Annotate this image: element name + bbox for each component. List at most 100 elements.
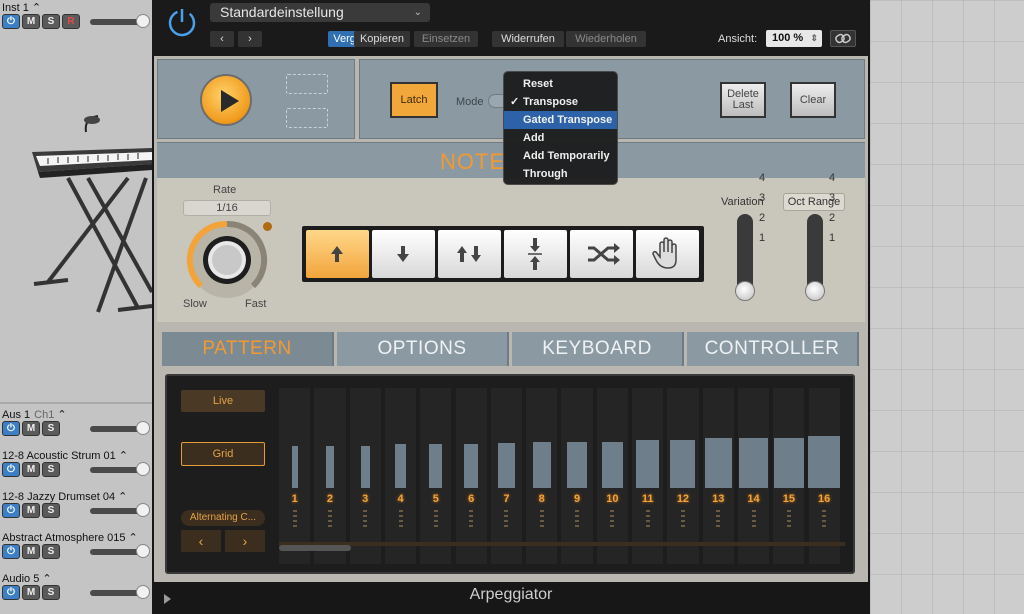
step-velocity-bar[interactable] bbox=[567, 441, 587, 488]
step-note-dots[interactable] bbox=[433, 510, 438, 530]
track-row[interactable]: Audio 5 ⌃ ⏻ M S bbox=[0, 571, 152, 611]
mode-menu-item[interactable]: Through bbox=[504, 165, 617, 183]
solo-button[interactable]: S bbox=[42, 503, 60, 518]
pattern-prev-button[interactable]: ‹ bbox=[181, 530, 221, 552]
order-manual-button[interactable] bbox=[636, 230, 699, 278]
order-random-button[interactable] bbox=[570, 230, 633, 278]
step-note-dots[interactable] bbox=[822, 510, 827, 530]
copy-button[interactable]: Kopieren bbox=[354, 31, 410, 47]
previous-preset-button[interactable]: ‹ bbox=[210, 31, 234, 47]
tab-options[interactable]: OPTIONS bbox=[337, 332, 509, 366]
order-up-button[interactable] bbox=[306, 230, 369, 278]
power-icon[interactable] bbox=[166, 6, 198, 38]
step-velocity-bar[interactable] bbox=[498, 443, 515, 488]
step-velocity-bar[interactable] bbox=[360, 446, 370, 488]
step-note-dots[interactable] bbox=[610, 510, 615, 530]
track-power-icon[interactable]: ⏻ bbox=[2, 544, 20, 559]
track-row[interactable]: 12-8 Jazzy Drumset 04 ⌃ ⏻ M S bbox=[0, 489, 152, 529]
track-power-icon[interactable]: ⏻ bbox=[2, 585, 20, 600]
volume-slider-thumb[interactable] bbox=[136, 585, 150, 599]
mute-button[interactable]: M bbox=[22, 462, 40, 477]
volume-slider-thumb[interactable] bbox=[136, 544, 150, 558]
step-column[interactable]: 5 bbox=[420, 388, 452, 564]
step-grid[interactable]: 1 2 3 4 5 6 7 8 9 10 11 12 13 14 15 16 bbox=[279, 388, 845, 564]
play-button[interactable] bbox=[200, 74, 252, 126]
order-down-button[interactable] bbox=[372, 230, 435, 278]
latch-button[interactable]: Latch bbox=[390, 82, 438, 118]
step-velocity-bar[interactable] bbox=[291, 446, 298, 488]
sequence-out-icon[interactable] bbox=[286, 108, 328, 128]
arrange-area[interactable] bbox=[870, 0, 1024, 614]
tab-controller[interactable]: CONTROLLER bbox=[687, 332, 859, 366]
step-velocity-bar[interactable] bbox=[808, 436, 841, 488]
next-preset-button[interactable]: › bbox=[238, 31, 262, 47]
step-velocity-bar[interactable] bbox=[635, 440, 660, 488]
order-up-down-button[interactable] bbox=[438, 230, 501, 278]
step-note-dots[interactable] bbox=[645, 510, 650, 530]
octave-range-slider[interactable] bbox=[805, 214, 825, 301]
step-column[interactable]: 8 bbox=[526, 388, 558, 564]
track-row[interactable]: Aus 1 Ch1 ⌃ ⏻ M S bbox=[0, 407, 152, 447]
step-note-dots[interactable] bbox=[716, 510, 721, 530]
mute-button[interactable]: M bbox=[22, 585, 40, 600]
volume-slider-thumb[interactable] bbox=[136, 421, 150, 435]
step-column[interactable]: 7 bbox=[490, 388, 523, 564]
preset-select[interactable]: Standardeinstellung ⌄ bbox=[210, 3, 430, 22]
tab-pattern[interactable]: PATTERN bbox=[162, 332, 334, 366]
record-button[interactable]: R bbox=[62, 14, 80, 29]
mode-menu-item[interactable]: Add bbox=[504, 129, 617, 147]
mute-button[interactable]: M bbox=[22, 421, 40, 436]
step-note-dots[interactable] bbox=[539, 510, 544, 530]
rate-value[interactable]: 1/16 bbox=[183, 200, 271, 216]
mute-button[interactable]: M bbox=[22, 14, 40, 29]
order-outside-in-button[interactable] bbox=[504, 230, 567, 278]
track-power-icon[interactable]: ⏻ bbox=[2, 462, 20, 477]
grid-button[interactable]: Grid bbox=[181, 442, 265, 466]
pattern-next-button[interactable]: › bbox=[225, 530, 265, 552]
step-note-dots[interactable] bbox=[680, 510, 685, 530]
volume-slider[interactable] bbox=[90, 462, 150, 476]
step-column[interactable]: 16 bbox=[808, 388, 841, 564]
zoom-select[interactable]: 100 % ⇕ bbox=[766, 30, 822, 47]
step-note-dots[interactable] bbox=[504, 510, 509, 530]
mode-menu-item[interactable]: Reset bbox=[504, 75, 617, 93]
step-note-dots[interactable] bbox=[469, 510, 474, 530]
volume-slider-thumb[interactable] bbox=[136, 462, 150, 476]
step-column[interactable]: 11 bbox=[632, 388, 664, 564]
live-button[interactable]: Live bbox=[181, 390, 265, 412]
step-velocity-bar[interactable] bbox=[739, 437, 768, 488]
mute-button[interactable]: M bbox=[22, 544, 40, 559]
volume-slider-thumb[interactable] bbox=[136, 503, 150, 517]
solo-button[interactable]: S bbox=[42, 14, 60, 29]
step-note-dots[interactable] bbox=[363, 510, 368, 530]
step-note-dots[interactable] bbox=[292, 510, 297, 530]
step-column[interactable]: 10 bbox=[596, 388, 628, 564]
step-column[interactable]: 12 bbox=[667, 388, 699, 564]
step-velocity-bar[interactable] bbox=[326, 446, 334, 488]
track-row[interactable]: Inst 1 ⌃ ⏻ M S R bbox=[0, 0, 152, 40]
pattern-preset-select[interactable]: Alternating C... bbox=[181, 510, 265, 526]
undo-button[interactable]: Widerrufen bbox=[492, 31, 564, 47]
step-velocity-bar[interactable] bbox=[704, 438, 732, 488]
step-column[interactable]: 13 bbox=[702, 388, 734, 564]
track-power-icon[interactable]: ⏻ bbox=[2, 421, 20, 436]
solo-button[interactable]: S bbox=[42, 462, 60, 477]
step-note-dots[interactable] bbox=[327, 510, 332, 530]
track-power-icon[interactable]: ⏻ bbox=[2, 503, 20, 518]
clear-button[interactable]: Clear bbox=[790, 82, 836, 118]
step-column[interactable]: 9 bbox=[561, 388, 593, 564]
mute-button[interactable]: M bbox=[22, 503, 40, 518]
delete-last-button[interactable]: Delete Last bbox=[720, 82, 766, 118]
step-column[interactable]: 1 bbox=[279, 388, 311, 564]
link-button[interactable] bbox=[830, 30, 856, 47]
step-velocity-bar[interactable] bbox=[429, 444, 443, 488]
volume-slider[interactable] bbox=[90, 585, 150, 599]
sequence-in-icon[interactable] bbox=[286, 74, 328, 94]
track-power-icon[interactable]: ⏻ bbox=[2, 14, 20, 29]
variation-slider-thumb[interactable] bbox=[735, 281, 755, 301]
redo-button[interactable]: Wiederholen bbox=[566, 31, 646, 47]
sync-indicator[interactable] bbox=[263, 222, 272, 231]
step-column[interactable]: 4 bbox=[384, 388, 417, 564]
step-column[interactable]: 3 bbox=[349, 388, 381, 564]
track-row[interactable]: Abstract Atmosphere 015 ⌃ ⏻ M S bbox=[0, 530, 152, 570]
